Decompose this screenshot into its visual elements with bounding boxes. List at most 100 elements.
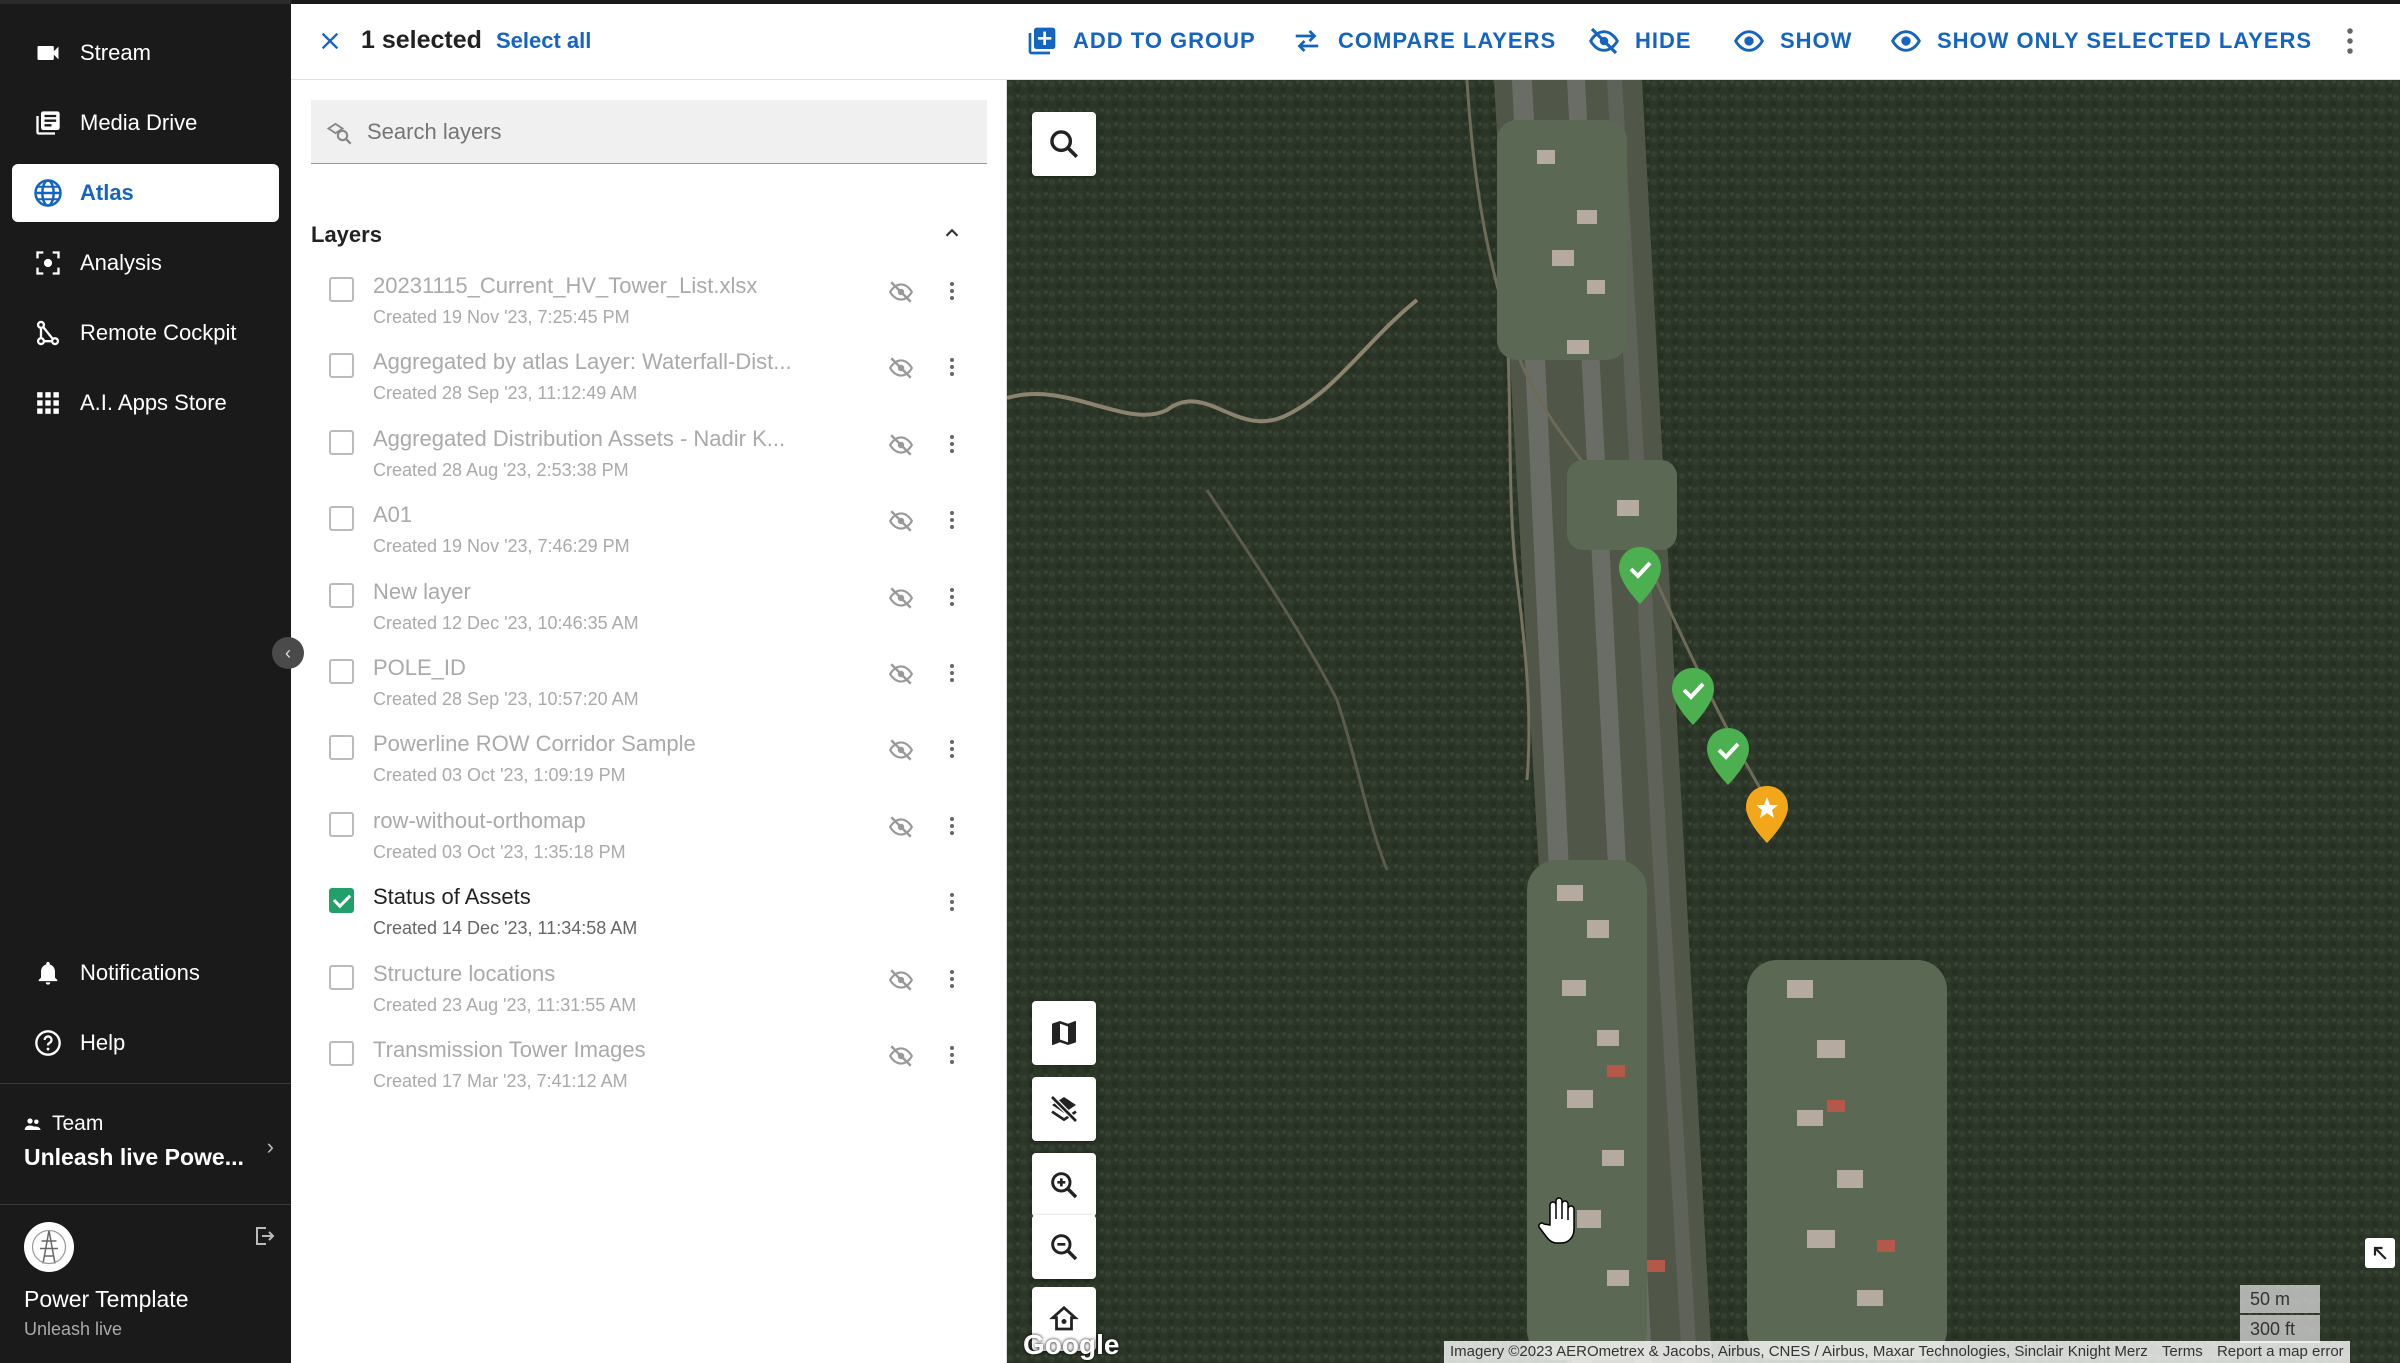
visibility-toggle[interactable]: [888, 814, 914, 845]
show-only-selected-layers-button[interactable]: SHOW ONLY SELECTED LAYERS: [1889, 24, 2312, 58]
layer-options-button[interactable]: [947, 814, 957, 843]
layer-options-button[interactable]: [947, 508, 957, 537]
nav-label: Atlas: [80, 180, 134, 205]
nav-item-stream[interactable]: Stream: [12, 24, 279, 82]
nav-item-notifications[interactable]: Notifications: [12, 944, 279, 1002]
globe-icon: [32, 177, 64, 209]
eye-off-icon: [888, 1045, 914, 1067]
fullscreen-button[interactable]: [2365, 1238, 2395, 1268]
select-all-link[interactable]: Select all: [496, 28, 591, 54]
add-to-group-button[interactable]: ADD TO GROUP: [1025, 24, 1256, 58]
layer-row[interactable]: Status of Assets Created 14 Dec '23, 11:3…: [291, 876, 1007, 952]
layer-row[interactable]: Structure locations Created 23 Aug '23, 1…: [291, 953, 1007, 1029]
visibility-toggle[interactable]: [888, 737, 914, 768]
layer-options-button[interactable]: [947, 661, 957, 690]
team-switcher[interactable]: Team Unleash live Powe... ›: [24, 1112, 274, 1171]
collapse-section-button[interactable]: [941, 222, 963, 249]
layer-row[interactable]: POLE_ID Created 28 Sep '23, 10:57:20 AM: [291, 647, 1007, 723]
layer-options-button[interactable]: [947, 355, 957, 384]
layers-off-icon: [1050, 1095, 1078, 1123]
visibility-toggle[interactable]: [888, 661, 914, 692]
layer-checkbox[interactable]: [329, 582, 354, 608]
layer-checkbox[interactable]: [329, 888, 354, 914]
layer-row[interactable]: Powerline ROW Corridor Sample Created 03 …: [291, 723, 1007, 799]
nav-item-media-drive[interactable]: Media Drive: [12, 94, 279, 152]
layer-options-button[interactable]: [947, 967, 957, 996]
visibility-toggle[interactable]: [888, 585, 914, 616]
visibility-toggle[interactable]: [888, 279, 914, 310]
kebab-menu-icon: [950, 969, 954, 988]
layer-options-button[interactable]: [947, 1043, 957, 1072]
layer-options-button[interactable]: [947, 432, 957, 461]
kebab-menu-icon: [950, 893, 954, 912]
nav-item-atlas[interactable]: Atlas: [12, 164, 279, 222]
kebab-menu-icon: [950, 1045, 954, 1064]
nav-item-analysis[interactable]: Analysis: [12, 234, 279, 292]
nav-label: A.I. Apps Store: [80, 390, 227, 415]
avatar[interactable]: [24, 1222, 74, 1272]
visibility-toggle[interactable]: [888, 967, 914, 998]
layer-name: Transmission Tower Images: [373, 1036, 646, 1062]
analysis-icon: [32, 247, 64, 279]
visibility-toggle[interactable]: [888, 1043, 914, 1074]
basemap-button[interactable]: [1032, 1001, 1096, 1065]
nav-label: Notifications: [80, 960, 200, 985]
layer-checkbox[interactable]: [329, 506, 354, 532]
layer-checkbox[interactable]: [329, 353, 354, 379]
layer-row[interactable]: row-without-orthomap Created 03 Oct '23, …: [291, 800, 1007, 876]
map-view[interactable]: Google 50 m 300 ft Imagery ©2023 AEROmet…: [1007, 80, 2400, 1363]
layer-row[interactable]: 20231115_Current_HV_Tower_List.xlsx Creat…: [291, 265, 1007, 341]
layer-checkbox[interactable]: [329, 429, 354, 455]
search-input[interactable]: [367, 118, 947, 145]
hide-button[interactable]: HIDE: [1587, 24, 1692, 58]
zoom-in-button[interactable]: [1032, 1153, 1096, 1217]
sidebar-divider: [0, 1204, 291, 1205]
layer-checkbox[interactable]: [329, 658, 354, 684]
layers-toggle-button[interactable]: [1032, 1077, 1096, 1141]
eye-off-icon: [888, 816, 914, 838]
apps-grid-icon: [32, 387, 64, 419]
layer-options-button[interactable]: [947, 890, 957, 919]
logout-icon[interactable]: [252, 1224, 276, 1253]
layer-checkbox[interactable]: [329, 964, 354, 990]
visibility-toggle[interactable]: [888, 508, 914, 539]
layer-name: A01: [373, 502, 413, 528]
kebab-menu-icon: [950, 740, 954, 759]
nav-item-help[interactable]: Help: [12, 1014, 279, 1072]
compare-layers-button[interactable]: COMPARE LAYERS: [1290, 24, 1556, 58]
layer-options-button[interactable]: [947, 585, 957, 614]
nav-item-remote-cockpit[interactable]: Remote Cockpit: [12, 304, 279, 362]
eye-off-icon: [1587, 24, 1621, 58]
main-nav: Stream Media Drive Atlas Analysis Remote…: [0, 24, 291, 444]
terms-link[interactable]: Terms: [2162, 1343, 2203, 1360]
layer-options-button[interactable]: [947, 737, 957, 766]
team-label: Team: [24, 1112, 274, 1136]
layer-row[interactable]: Aggregated Distribution Assets - Nadir K…: [291, 418, 1007, 494]
nav-item-ai-apps-store[interactable]: A.I. Apps Store: [12, 374, 279, 432]
layer-checkbox[interactable]: [329, 1040, 354, 1066]
layer-row[interactable]: Aggregated by atlas Layer: Waterfall-Dis…: [291, 341, 1007, 417]
layer-checkbox[interactable]: [329, 735, 354, 761]
expand-icon: [2373, 1246, 2387, 1260]
more-options-button[interactable]: [2344, 26, 2356, 61]
show-button[interactable]: SHOW: [1732, 24, 1852, 58]
satellite-imagery: [1007, 80, 2400, 1363]
visibility-toggle[interactable]: [888, 432, 914, 463]
report-map-error-link[interactable]: Report a map error: [2217, 1343, 2344, 1360]
layer-options-button[interactable]: [947, 279, 957, 308]
layers-section-title: Layers: [311, 222, 382, 247]
layer-row[interactable]: New layer Created 12 Dec '23, 10:46:35 AM: [291, 571, 1007, 647]
layer-checkbox[interactable]: [329, 277, 354, 302]
layer-checkbox[interactable]: [329, 811, 354, 837]
compare-arrows-icon: [1290, 24, 1324, 58]
chevron-left-icon: ‹: [285, 642, 291, 663]
nav-label: Analysis: [80, 250, 162, 275]
map-search-button[interactable]: [1032, 112, 1096, 176]
layer-row[interactable]: A01 Created 19 Nov '23, 7:46:29 PM: [291, 494, 1007, 570]
close-selection-button[interactable]: [315, 26, 345, 56]
collapse-sidebar-button[interactable]: ‹: [272, 637, 304, 669]
visibility-toggle[interactable]: [888, 355, 914, 386]
zoom-out-button[interactable]: [1032, 1215, 1096, 1279]
layer-row[interactable]: Transmission Tower Images Created 17 Mar …: [291, 1029, 1007, 1105]
chevron-right-icon: ›: [266, 1134, 274, 1159]
